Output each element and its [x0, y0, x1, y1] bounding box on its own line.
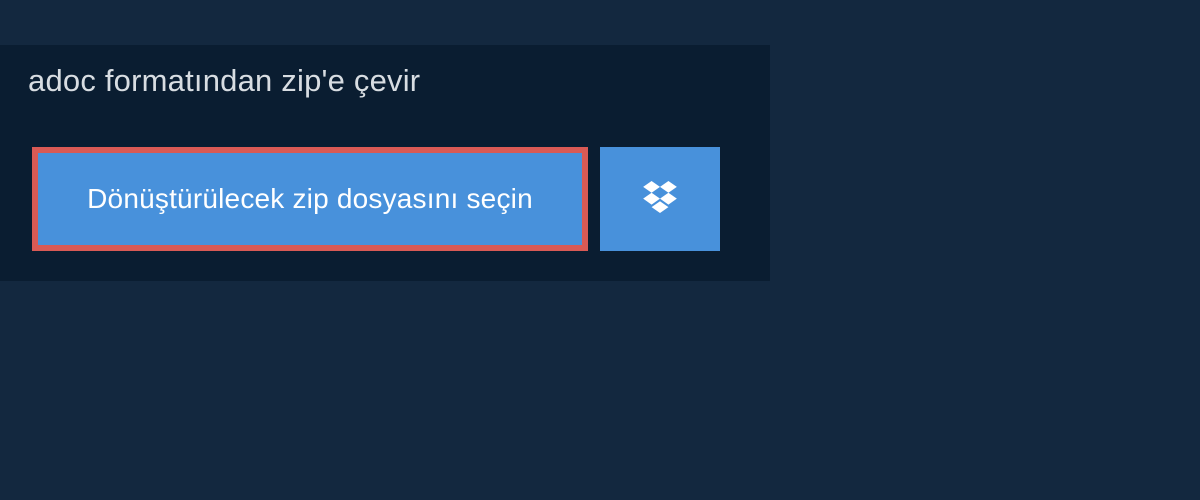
action-row: Dönüştürülecek zip dosyasını seçin	[0, 119, 770, 281]
dropbox-button[interactable]	[600, 147, 720, 251]
page-title: adoc formatından zip'e çevir	[28, 63, 527, 99]
converter-panel: adoc formatından zip'e çevir Dönüştürüle…	[0, 45, 770, 281]
select-file-label: Dönüştürülecek zip dosyasını seçin	[87, 183, 533, 214]
title-bar: adoc formatından zip'e çevir	[0, 45, 555, 119]
select-file-button[interactable]: Dönüştürülecek zip dosyasını seçin	[32, 147, 588, 251]
dropbox-icon	[643, 181, 677, 218]
